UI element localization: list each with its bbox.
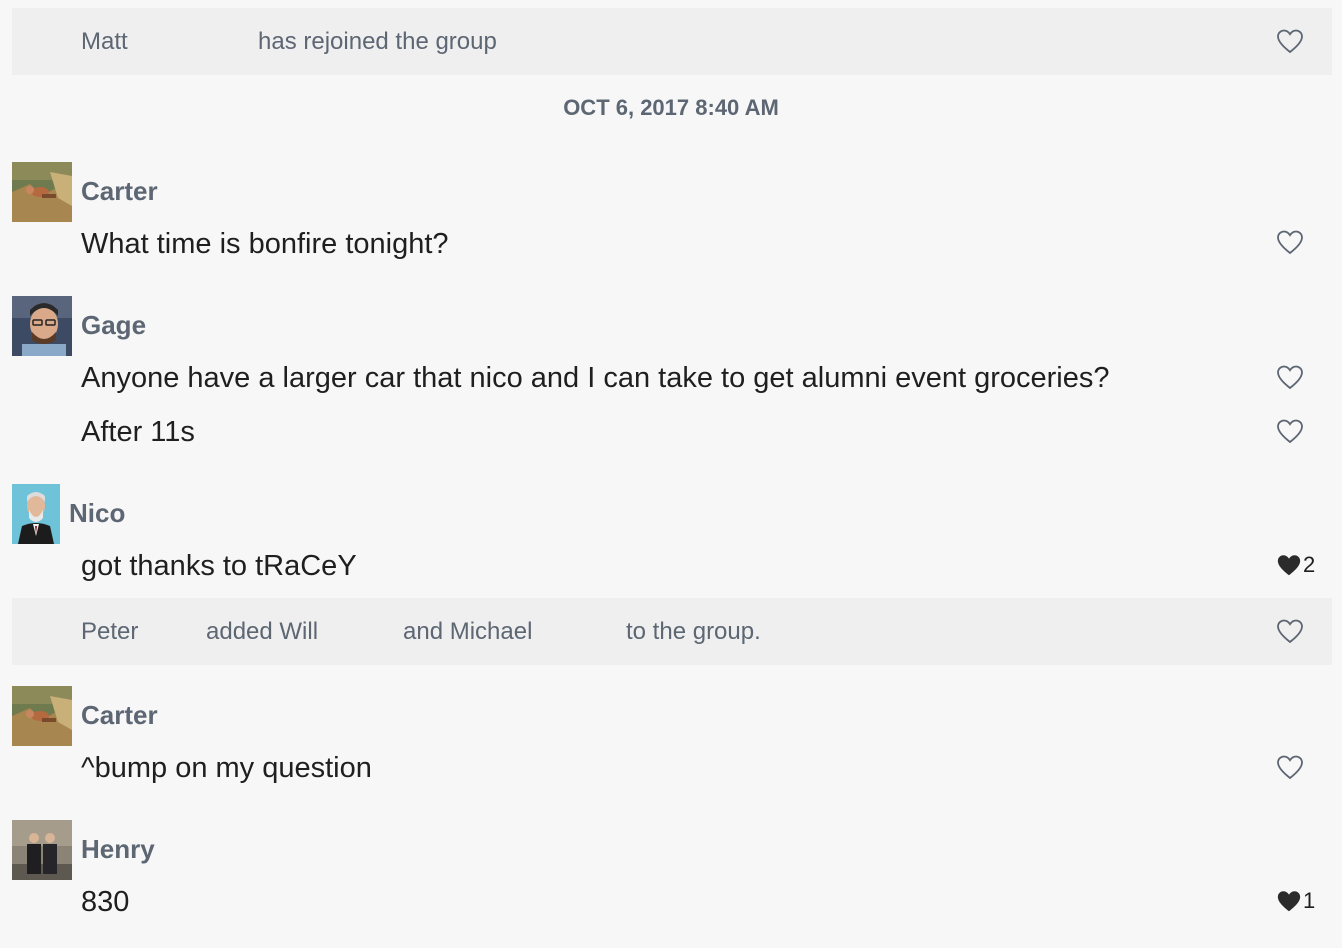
henry-photo — [12, 820, 72, 880]
message-text: Anyone have a larger car that nico and I… — [81, 362, 1110, 394]
like-button[interactable] — [1276, 360, 1304, 394]
heart-outline-icon — [1277, 365, 1303, 390]
avatar-carter[interactable] — [12, 162, 72, 222]
system-actor-name[interactable]: Matt — [81, 8, 128, 75]
message-text: 830 — [81, 886, 130, 918]
system-message-added: Peter added Will and Michael to the grou… — [12, 598, 1332, 665]
heart-outline-icon — [1277, 619, 1303, 644]
author-name[interactable]: Gage — [81, 309, 146, 341]
date-divider: OCT 6, 2017 8:40 AM — [563, 95, 779, 120]
author-name[interactable]: Nico — [69, 497, 125, 529]
system-added-user[interactable]: and Michael — [403, 598, 532, 665]
heart-filled-icon — [1277, 555, 1301, 576]
system-action-text: has rejoined the group — [258, 28, 497, 55]
gage-photo — [12, 296, 72, 356]
message-text: After 11s — [81, 416, 195, 448]
like-count: 2 — [1303, 552, 1316, 577]
like-button[interactable] — [1276, 414, 1304, 448]
message-text: ^bump on my question — [81, 752, 372, 784]
author-name[interactable]: Carter — [81, 175, 158, 207]
like-count: 1 — [1303, 888, 1316, 913]
system-added-user[interactable]: added Will — [206, 598, 318, 665]
system-action-text: to the group. — [626, 618, 761, 645]
avatar-carter[interactable] — [12, 686, 72, 746]
carter-photo — [12, 162, 72, 222]
avatar-henry[interactable] — [12, 820, 72, 880]
like-button[interactable] — [1276, 614, 1304, 648]
heart-outline-icon — [1277, 419, 1303, 444]
system-message-rejoined: Matt has rejoined the group — [12, 8, 1332, 75]
like-button[interactable] — [1276, 750, 1304, 784]
message-text: got thanks to tRaCeY — [81, 550, 357, 582]
like-button[interactable]: 2 — [1276, 548, 1315, 582]
like-button[interactable]: 1 — [1276, 884, 1315, 918]
carter-photo — [12, 686, 72, 746]
author-name[interactable]: Henry — [81, 833, 155, 865]
avatar-gage[interactable] — [12, 296, 72, 356]
heart-filled-icon — [1277, 891, 1301, 912]
chat-feed: Matt has rejoined the group OCT 6, 2017 … — [0, 0, 1342, 948]
like-button[interactable] — [1276, 24, 1304, 58]
like-button[interactable] — [1276, 225, 1304, 259]
heart-outline-icon — [1277, 29, 1303, 54]
author-name[interactable]: Carter — [81, 699, 158, 731]
system-actor-name[interactable]: Peter — [81, 598, 138, 665]
heart-outline-icon — [1277, 755, 1303, 780]
message-text: What time is bonfire tonight? — [81, 228, 449, 260]
avatar-nico[interactable] — [12, 484, 60, 544]
nico-photo — [12, 484, 60, 544]
heart-outline-icon — [1277, 230, 1303, 255]
